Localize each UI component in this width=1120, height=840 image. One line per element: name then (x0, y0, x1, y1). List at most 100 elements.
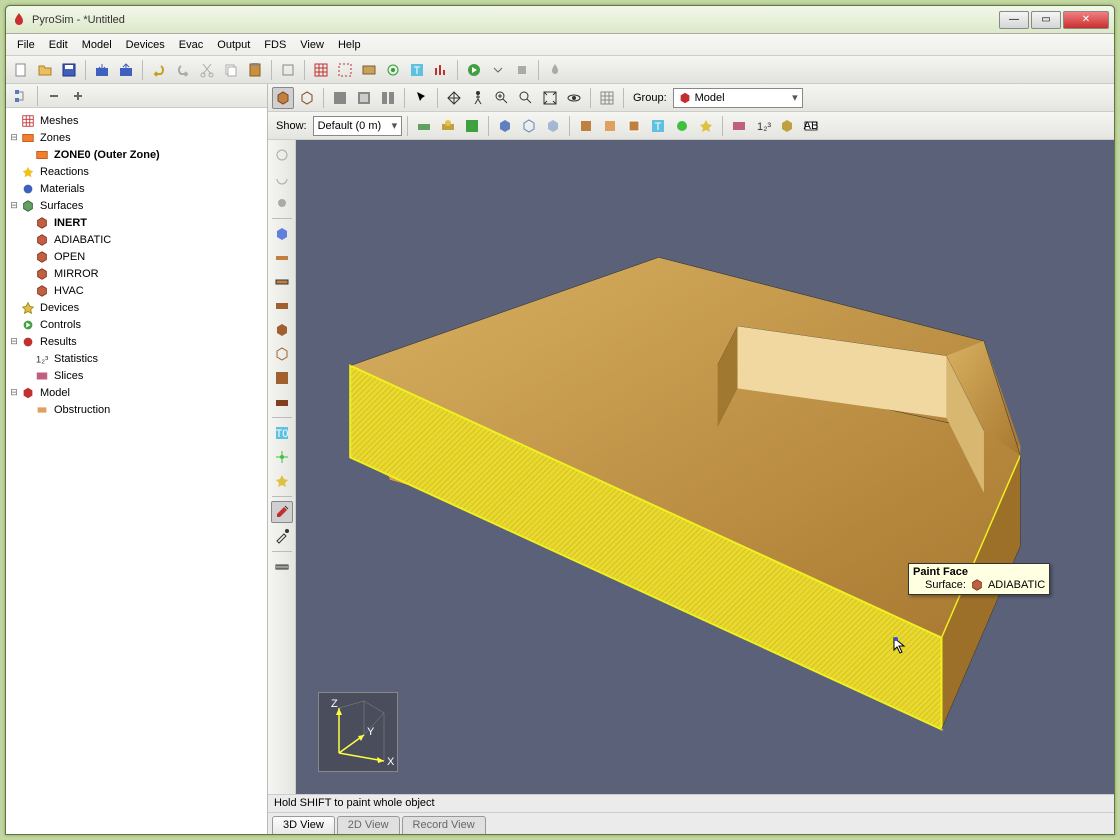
lt-surf2-icon[interactable] (271, 271, 293, 293)
tree-item-meshes[interactable]: Meshes (8, 112, 265, 129)
lt-measure-icon[interactable] (271, 556, 293, 578)
tree-item-materials[interactable]: Materials (8, 180, 265, 197)
stop-button[interactable] (511, 59, 533, 81)
tree-item-inert[interactable]: INERT (8, 214, 265, 231)
view-d-icon[interactable]: AB (800, 115, 822, 137)
grid-b-icon[interactable] (353, 87, 375, 109)
surface-icon[interactable] (358, 59, 380, 81)
zoomfit-icon[interactable] (539, 87, 561, 109)
copy-button[interactable] (220, 59, 242, 81)
menu-file[interactable]: File (10, 37, 42, 53)
tab-2d-view[interactable]: 2D View (337, 816, 400, 834)
lt-move-icon[interactable] (271, 192, 293, 214)
expand-icon[interactable] (67, 85, 89, 107)
menu-evac[interactable]: Evac (172, 37, 210, 53)
menu-view[interactable]: View (293, 37, 331, 53)
grid-c-icon[interactable] (377, 87, 399, 109)
maximize-button[interactable]: ▭ (1031, 11, 1061, 29)
lt-select-icon[interactable] (271, 144, 293, 166)
tree-item-controls[interactable]: Controls (8, 316, 265, 333)
lt-eyedrop-icon[interactable] (271, 525, 293, 547)
3d-viewport[interactable]: Z X Y Paint Face Surface: ADIABATIC (296, 140, 1114, 794)
save-button[interactable] (58, 59, 80, 81)
menu-help[interactable]: Help (331, 37, 368, 53)
tab-3d-view[interactable]: 3D View (272, 816, 335, 834)
floor-b-icon[interactable] (437, 115, 459, 137)
cut-button[interactable] (196, 59, 218, 81)
lt-node-icon[interactable] (271, 446, 293, 468)
tree-item-adiabatic[interactable]: ADIABATIC (8, 231, 265, 248)
box-a-icon[interactable] (494, 115, 516, 137)
menu-edit[interactable]: Edit (42, 37, 75, 53)
view-c-icon[interactable] (776, 115, 798, 137)
run-button[interactable] (463, 59, 485, 81)
tool-a-icon[interactable] (277, 59, 299, 81)
tree-view[interactable]: Meshes⊟ZonesZONE0 (Outer Zone)ReactionsM… (6, 108, 267, 834)
zoomout-icon[interactable] (515, 87, 537, 109)
collapse-icon[interactable] (43, 85, 65, 107)
viewwire-icon[interactable] (296, 87, 318, 109)
obj-e-icon[interactable] (671, 115, 693, 137)
lt-surf4-icon[interactable] (271, 319, 293, 341)
orbit-icon[interactable] (563, 87, 585, 109)
lt-surf5-icon[interactable] (271, 343, 293, 365)
tree-item-mirror[interactable]: MIRROR (8, 265, 265, 282)
undo-button[interactable] (148, 59, 170, 81)
show-select[interactable]: Default (0 m) (313, 116, 403, 136)
tree-view-icon[interactable] (10, 85, 32, 107)
tree-item-reactions[interactable]: Reactions (8, 163, 265, 180)
axis-gizmo[interactable]: Z X Y (318, 692, 398, 772)
lt-paint-icon[interactable] (271, 501, 293, 523)
select-tool-icon[interactable] (410, 87, 432, 109)
paste-button[interactable] (244, 59, 266, 81)
obj-a-icon[interactable] (575, 115, 597, 137)
redo-button[interactable] (172, 59, 194, 81)
lt-gear-icon[interactable] (271, 470, 293, 492)
lt-rotate-icon[interactable] (271, 168, 293, 190)
snap-icon[interactable] (596, 87, 618, 109)
view3d-icon[interactable] (272, 87, 294, 109)
fire-icon[interactable] (544, 59, 566, 81)
tree-item-statistics[interactable]: 1₂³Statistics (8, 350, 265, 367)
text-icon[interactable]: T (406, 59, 428, 81)
obj-d-icon[interactable]: T (647, 115, 669, 137)
obj-f-icon[interactable] (695, 115, 717, 137)
view-b-icon[interactable]: 1₂³ (752, 115, 774, 137)
zoom-icon[interactable] (491, 87, 513, 109)
reaction-icon[interactable] (382, 59, 404, 81)
tree-item-zones[interactable]: ⊟Zones (8, 129, 265, 146)
lt-text-icon[interactable]: T0 (271, 422, 293, 444)
tree-item-obstruction[interactable]: Obstruction (8, 401, 265, 418)
lt-cube-icon[interactable] (271, 223, 293, 245)
stats-icon[interactable] (430, 59, 452, 81)
import-button[interactable] (91, 59, 113, 81)
group-select[interactable]: Model (673, 88, 803, 108)
run-dropdown-icon[interactable] (487, 59, 509, 81)
tree-item-zone0-outer-zone-[interactable]: ZONE0 (Outer Zone) (8, 146, 265, 163)
menu-output[interactable]: Output (210, 37, 257, 53)
tree-item-slices[interactable]: Slices (8, 367, 265, 384)
tree-item-results[interactable]: ⊟Results (8, 333, 265, 350)
open-button[interactable] (34, 59, 56, 81)
box-c-icon[interactable] (542, 115, 564, 137)
menu-model[interactable]: Model (75, 37, 119, 53)
minimize-button[interactable]: — (999, 11, 1029, 29)
box-b-icon[interactable] (518, 115, 540, 137)
new-button[interactable] (10, 59, 32, 81)
lt-surf1-icon[interactable] (271, 247, 293, 269)
obj-b-icon[interactable] (599, 115, 621, 137)
tree-item-open[interactable]: OPEN (8, 248, 265, 265)
tree-item-model[interactable]: ⊟Model (8, 384, 265, 401)
walk-icon[interactable] (467, 87, 489, 109)
tab-record-view[interactable]: Record View (402, 816, 486, 834)
mesh-bounds-icon[interactable] (334, 59, 356, 81)
tree-item-hvac[interactable]: HVAC (8, 282, 265, 299)
view-a-icon[interactable] (728, 115, 750, 137)
lt-surf3-icon[interactable] (271, 295, 293, 317)
pan-icon[interactable] (443, 87, 465, 109)
obj-c-icon[interactable] (623, 115, 645, 137)
mesh-icon[interactable] (310, 59, 332, 81)
tree-item-surfaces[interactable]: ⊟Surfaces (8, 197, 265, 214)
floor-c-icon[interactable] (461, 115, 483, 137)
tree-item-devices[interactable]: Devices (8, 299, 265, 316)
